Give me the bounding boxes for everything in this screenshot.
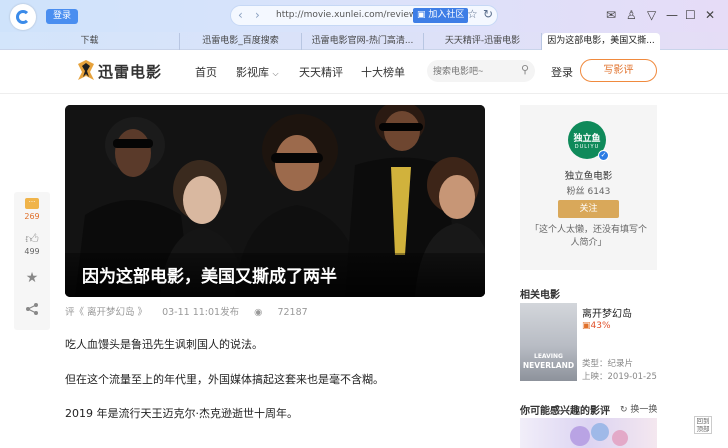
movie-reference-link[interactable]: 评《 离开梦幻岛 》: [65, 307, 147, 318]
like-action[interactable]: 👍︎ 499: [14, 232, 50, 256]
refresh-icon[interactable]: ↻: [483, 7, 493, 21]
like-count: 499: [24, 247, 40, 256]
nav-top-ten[interactable]: 十大榜单: [361, 64, 405, 80]
star-icon: ★: [25, 270, 39, 286]
avatar-subtext: DULIYU: [574, 144, 600, 150]
tab-download[interactable]: 下载: [0, 33, 180, 50]
share-icon: [26, 303, 38, 315]
tab-daily-reviews[interactable]: 天天精评-迅雷电影: [424, 33, 542, 50]
views: ◉ 72187: [254, 307, 320, 318]
browser-logo-icon[interactable]: [10, 4, 36, 30]
search-input[interactable]: [433, 63, 513, 79]
back-icon[interactable]: ‹: [238, 8, 243, 22]
tab-label: 迅雷电影_百度搜索: [202, 36, 279, 46]
comment-icon: ···: [25, 198, 39, 209]
poster-title-bottom: NEVERLAND: [522, 361, 575, 370]
author-card: 独立鱼 DULIYU ✓ 独立鱼电影 粉丝 6143 关注 「这个人太懒，还没有…: [520, 105, 657, 270]
nav-daily-reviews[interactable]: 天天精评: [299, 64, 343, 80]
eye-icon: ◉: [254, 307, 263, 318]
chevron-down-icon: ⌵: [272, 69, 279, 78]
comment-count: 269: [24, 212, 40, 221]
author-description: 「这个人太懒，还没有填写个人简介」: [530, 225, 648, 248]
view-count: 72187: [277, 307, 308, 318]
tab-label: 下载: [80, 36, 99, 46]
movie-type: 类型：纪录片: [582, 359, 634, 369]
tab-baidu-search[interactable]: 迅雷电影_百度搜索: [180, 33, 302, 50]
article-meta: 评《 离开梦幻岛 》 03-11 11:01发布 ◉ 72187: [65, 304, 332, 318]
write-review-button[interactable]: 写影评: [580, 59, 657, 82]
nav-home[interactable]: 首页: [195, 64, 217, 80]
recommended-reviews-heading: 你可能感兴趣的影评: [520, 406, 610, 417]
brand-name[interactable]: 迅雷电影: [98, 61, 162, 82]
movie-name[interactable]: 离开梦幻岛: [582, 305, 632, 320]
tab-label: 迅雷电影官网-热门高清...: [311, 36, 414, 46]
rating-icon: ▣: [582, 321, 591, 331]
article-paragraph: 吃人血馒头是鲁迅先生讽刺国人的说法。: [65, 338, 263, 351]
add-community-label: 加入社区: [428, 10, 465, 20]
poster-title-top: LEAVING: [534, 353, 563, 360]
search-icon[interactable]: ⚲: [521, 63, 529, 76]
movie-poster[interactable]: LEAVING NEVERLAND: [520, 303, 577, 381]
add-community-button[interactable]: ▣ 加入社区: [413, 8, 469, 23]
article-paragraph: 但在这个流量至上的年代里，外国媒体搞起这套来也是毫不含糊。: [65, 373, 384, 386]
avatar-text: 独立鱼: [573, 134, 601, 144]
star-icon[interactable]: ☆: [467, 7, 478, 21]
share-action[interactable]: [14, 302, 50, 318]
xunlei-logo-icon[interactable]: [76, 58, 96, 82]
address-bar[interactable]: ‹ › http://movie.xunlei.com/reviews/ ▣ 加…: [230, 5, 498, 26]
close-icon[interactable]: ✕: [705, 7, 715, 23]
mail-icon[interactable]: ✉: [606, 7, 616, 23]
tab-label: 天天精评-迅雷电影: [444, 36, 521, 46]
site-header: 迅雷电影 首页 影视库 ⌵ 天天精评 十大榜单 ⚲ 登录 写影评: [0, 50, 728, 94]
scroll-to-top-button[interactable]: 回到顶部: [694, 416, 712, 434]
browser-login-button[interactable]: 登录: [46, 9, 78, 24]
author-fans: 粉丝 6143: [566, 187, 611, 197]
follow-button[interactable]: 关注: [558, 200, 619, 218]
article-hero-image[interactable]: 因为这部电影，美国又撕成了两半: [65, 105, 485, 297]
author-name[interactable]: 独立鱼电影: [520, 168, 657, 182]
site-login-link[interactable]: 登录: [551, 64, 573, 80]
nav-label: 影视库: [236, 66, 269, 79]
thumbs-up-icon: 👍︎: [25, 232, 39, 247]
movie-release: 上映：2019-01-25: [582, 372, 657, 382]
nav-film-library[interactable]: 影视库 ⌵: [236, 64, 279, 80]
related-movies-heading: 相关电影: [520, 290, 560, 301]
article-paragraph: 2019 年是流行天王迈克尔·杰克逊逝世十周年。: [65, 407, 298, 420]
rating-value: 43%: [590, 321, 611, 331]
publish-time: 03-11 11:01发布: [162, 307, 240, 318]
tab-label: 因为这部电影，美国又撕...: [547, 36, 655, 46]
refresh-label: 换一换: [630, 405, 658, 415]
search-box: ⚲: [427, 60, 535, 82]
floating-action-bar: ··· 269 👍︎ 499 ★: [14, 192, 50, 330]
minimize-icon[interactable]: —: [666, 7, 678, 23]
refresh-icon: ↻: [620, 405, 628, 415]
hero-title-overlay: 因为这部电影，美国又撕成了两半: [65, 253, 485, 297]
tab-xunlei-home[interactable]: 迅雷电影官网-热门高清...: [302, 33, 424, 50]
forward-icon[interactable]: ›: [255, 8, 260, 22]
browser-title-bar: 登录 ‹ › http://movie.xunlei.com/reviews/ …: [0, 0, 728, 32]
movie-rating: ▣43%: [582, 321, 611, 331]
url-text[interactable]: http://movie.xunlei.com/reviews/: [276, 10, 414, 20]
verified-icon: ✓: [598, 150, 609, 161]
tab-current-article[interactable]: 因为这部电影，美国又撕...: [542, 33, 660, 50]
maximize-icon[interactable]: ☐: [685, 7, 696, 23]
skin-icon[interactable]: ♙: [626, 7, 637, 23]
scroll-top-label: 回到顶部: [696, 417, 710, 433]
article-title: 因为这部电影，美国又撕成了两半: [82, 267, 337, 287]
menu-icon[interactable]: ▽: [647, 7, 656, 23]
comment-action[interactable]: ··· 269: [14, 198, 50, 221]
tab-strip: 下载 迅雷电影_百度搜索 迅雷电影官网-热门高清... 天天精评-迅雷电影 因为…: [0, 32, 728, 50]
favorite-action[interactable]: ★: [14, 270, 50, 286]
refresh-recommend-button[interactable]: ↻ 换一换: [620, 402, 657, 415]
